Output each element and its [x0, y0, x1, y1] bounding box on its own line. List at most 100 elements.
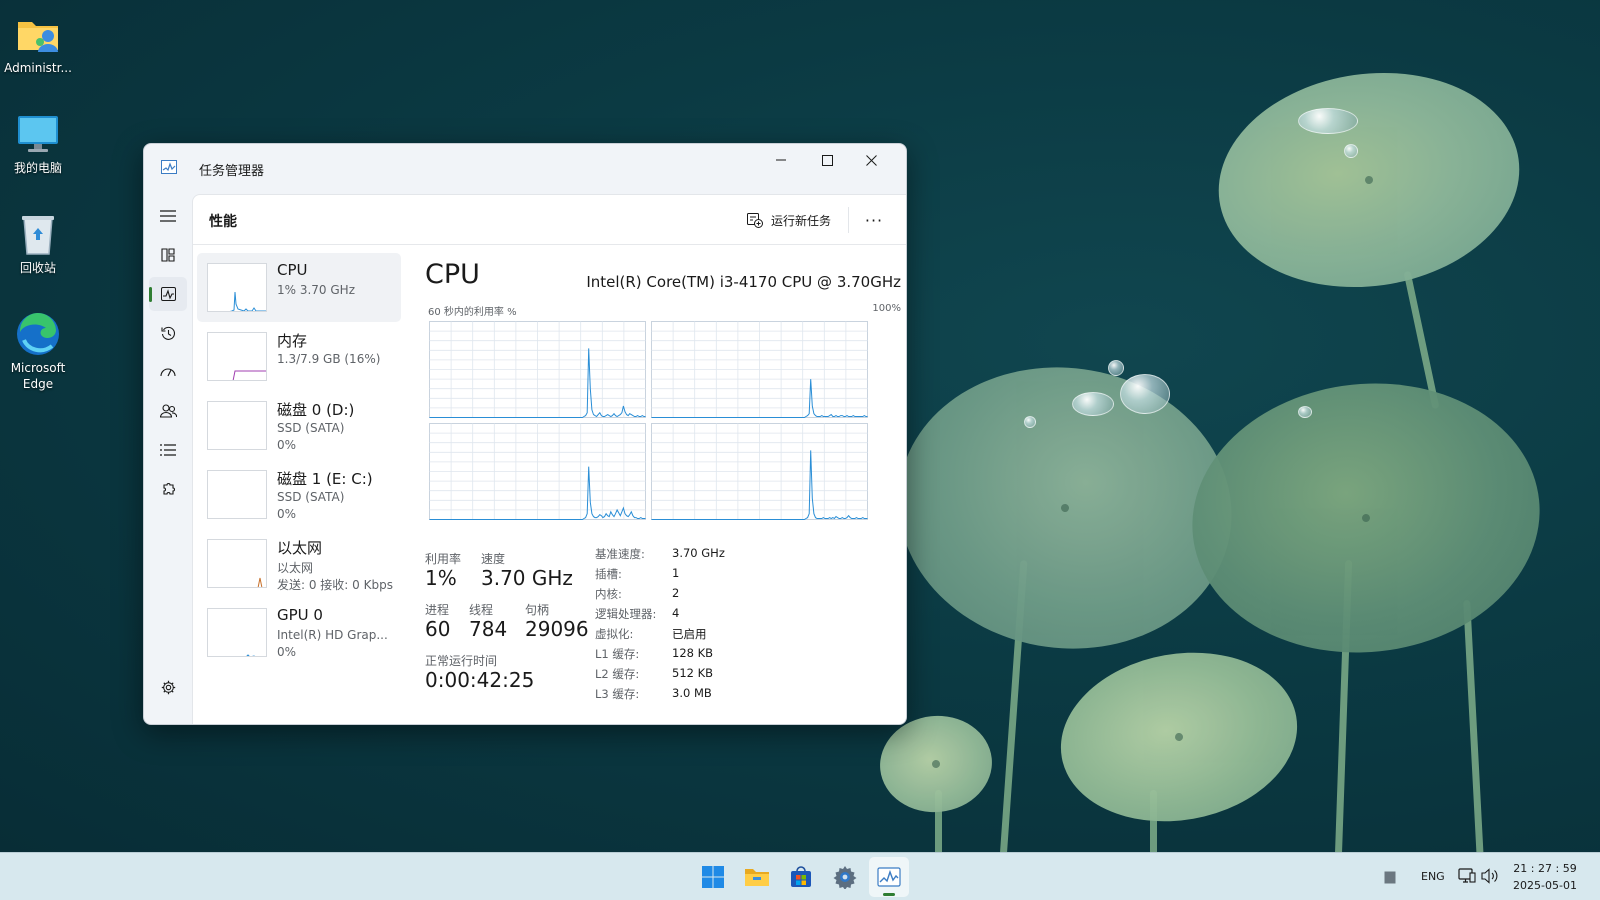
close-button[interactable] [848, 144, 894, 176]
nav-performance[interactable] [149, 277, 187, 311]
cpu-core-graph-0 [429, 321, 646, 418]
taskbar-task-manager[interactable] [869, 857, 909, 897]
maximize-button[interactable] [804, 144, 850, 176]
device-item-disk-1[interactable]: 磁盘 1 (E: C:) SSD (SATA) 0% [197, 460, 401, 529]
device-list: CPU 1% 3.70 GHz 内存 1.3/7.9 GB (16%) 磁盘 0… [197, 253, 401, 667]
monitor-icon [14, 110, 62, 158]
device-name: 以太网 [277, 539, 323, 557]
hamburger-icon [160, 210, 176, 222]
utilization-value: 1% [425, 566, 457, 590]
page-title: 性能 [209, 214, 237, 230]
disk-0-thumbnail-graph [207, 401, 267, 450]
device-detail: Intel(R) HD Grap... [277, 628, 388, 642]
tray-volume-button[interactable] [1481, 868, 1499, 888]
gpu-thumbnail-graph [207, 608, 267, 657]
device-item-ethernet[interactable]: 以太网 以太网 发送: 0 接收: 0 Kbps [197, 529, 401, 598]
nav-app-history[interactable] [149, 316, 187, 350]
gear-icon [161, 680, 175, 694]
desktop-icon-my-computer[interactable]: 我的电脑 [0, 110, 76, 176]
spec-label: 逻辑处理器: [595, 607, 657, 621]
taskbar-file-explorer[interactable] [737, 857, 777, 897]
cpu-heading: CPU [425, 259, 480, 290]
desktop-icon-recycle-bin[interactable]: 回收站 [0, 210, 76, 276]
settings-gear-icon [833, 866, 857, 889]
taskbar-settings[interactable] [825, 857, 865, 897]
spec-label: 内核: [595, 587, 622, 601]
spec-value: 4 [672, 606, 680, 620]
spec-label: L1 缓存: [595, 647, 640, 661]
spec-value: 3.70 GHz [672, 546, 725, 560]
performance-page: 性能 运行新任务 ··· CPU 1% 3.70 GHz 内存 1.3/7.9 … [192, 194, 906, 724]
device-name: 磁盘 0 (D:) [277, 401, 355, 419]
graph-max-label: 100% [872, 303, 901, 314]
cpu-core-graphs [429, 321, 868, 520]
spec-value: 3.0 MB [672, 686, 712, 700]
more-options-button[interactable]: ··· [859, 208, 889, 232]
task-manager-window: 任务管理器 性能 运行新任务 ··· CPU 1% 3.70 GHz 内存 1.… [143, 143, 907, 725]
nav-processes[interactable] [149, 238, 187, 272]
device-name: 磁盘 1 (E: C:) [277, 470, 373, 488]
utilization-label: 利用率 [425, 552, 462, 566]
threads-value: 784 [469, 617, 508, 641]
details-list-icon [160, 444, 176, 456]
notification-square-icon [1384, 871, 1396, 884]
handles-label: 句柄 [525, 603, 550, 617]
device-usage: 0% [277, 438, 297, 452]
run-new-task-label: 运行新任务 [771, 213, 832, 228]
speedometer-icon [160, 368, 176, 377]
cpu-core-graph-1 [651, 321, 868, 418]
device-detail: 1% 3.70 GHz [277, 283, 356, 297]
user-folder-icon [14, 10, 62, 58]
services-puzzle-icon [162, 482, 175, 495]
nav-users[interactable] [149, 394, 187, 428]
cpu-model-name: Intel(R) Core(TM) i3-4170 CPU @ 3.70GHz [586, 273, 901, 291]
window-title: 任务管理器 [199, 164, 265, 179]
spec-value: 已启用 [672, 627, 707, 641]
run-task-icon [747, 212, 763, 228]
device-detail: 以太网 [277, 561, 314, 575]
device-name: CPU [277, 261, 308, 279]
hamburger-menu-button[interactable] [149, 199, 187, 233]
nav-services[interactable] [149, 472, 187, 506]
device-detail: 1.3/7.9 GB (16%) [277, 352, 381, 366]
desktop-icon-label: 我的电脑 [13, 161, 62, 175]
desktop-icon-label: 回收站 [19, 261, 56, 275]
nav-details[interactable] [149, 433, 187, 467]
device-item-gpu-0[interactable]: GPU 0 Intel(R) HD Grap... 0% [197, 598, 401, 667]
taskbar-store[interactable] [781, 857, 821, 897]
cpu-thumbnail-graph [207, 263, 267, 312]
speed-label: 速度 [481, 552, 506, 566]
close-icon [865, 154, 877, 166]
cpu-core-graph-2 [429, 423, 646, 520]
performance-icon [160, 287, 176, 301]
nav-settings[interactable] [149, 670, 187, 704]
minimize-button[interactable] [758, 144, 804, 176]
navigation-rail [144, 194, 192, 724]
edge-browser-icon [14, 310, 62, 358]
speed-value: 3.70 GHz [481, 566, 573, 590]
device-item-cpu[interactable]: CPU 1% 3.70 GHz [197, 253, 401, 322]
memory-thumbnail-graph [207, 332, 267, 381]
recycle-bin-icon [14, 210, 62, 258]
spec-label: L3 缓存: [595, 687, 640, 701]
input-language-indicator[interactable]: ENG [1421, 870, 1445, 883]
desktop-icon-edge[interactable]: Microsoft Edge [0, 310, 76, 392]
device-item-disk-0[interactable]: 磁盘 0 (D:) SSD (SATA) 0% [197, 391, 401, 460]
device-usage: 0% [277, 645, 297, 659]
desktop-icon-label: Microsoft Edge [10, 361, 66, 391]
nav-startup-apps[interactable] [149, 355, 187, 389]
header-separator [848, 207, 849, 233]
handles-value: 29096 [525, 617, 589, 641]
title-bar[interactable]: 任务管理器 [144, 144, 906, 194]
device-item-memory[interactable]: 内存 1.3/7.9 GB (16%) [197, 322, 401, 391]
desktop-icon-label: Administr... [4, 61, 72, 75]
speaker-volume-icon [1481, 868, 1498, 884]
disk-1-thumbnail-graph [207, 470, 267, 519]
taskbar-clock[interactable]: 21 : 27 : 59 2025-05-01 [1505, 860, 1585, 894]
tray-network-button[interactable] [1458, 868, 1476, 888]
desktop-icon-administrator[interactable]: Administr... [0, 10, 76, 76]
start-button[interactable] [693, 857, 733, 897]
run-new-task-button[interactable]: 运行新任务 [747, 208, 831, 232]
clock-time: 21 : 27 : 59 [1513, 862, 1577, 875]
tray-notification-icon[interactable] [1384, 869, 1396, 888]
